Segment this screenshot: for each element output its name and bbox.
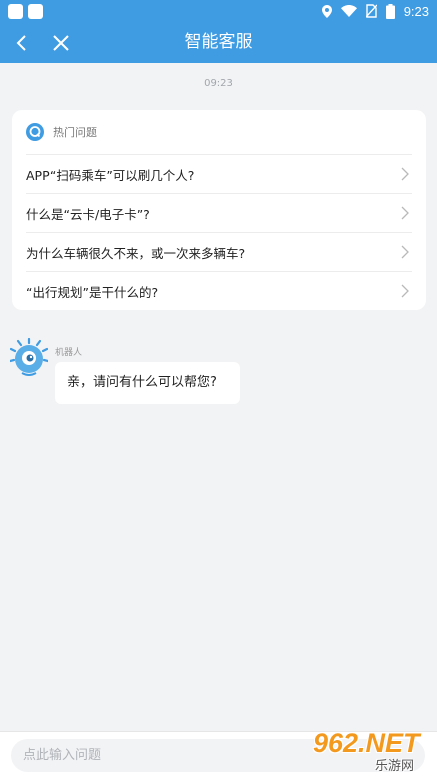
faq-item[interactable]: 什么是“云卡/电子卡”? (26, 193, 412, 232)
chat-timestamp: 09:23 (204, 78, 233, 89)
faq-item-text: APP“扫码乘车”可以刷几个人? (26, 167, 195, 183)
notification-square-icon (8, 3, 23, 19)
no-sim-icon (365, 4, 377, 18)
faq-item[interactable]: “出行规划”是干什么的? (26, 271, 412, 310)
app-header: 智能客服 (0, 22, 437, 63)
question-input[interactable] (11, 739, 425, 772)
faq-item-text: 为什么车辆很久不来，或一次来多辆车? (26, 245, 246, 261)
status-time: 9:23 (403, 3, 429, 19)
bot-message-bubble: 亲，请问有什么可以帮您? (55, 362, 240, 404)
bot-name: 机器人 (55, 348, 83, 358)
question-bubble-icon (26, 123, 44, 141)
notification-square-icon (28, 3, 43, 19)
chevron-left-icon (16, 35, 26, 51)
input-bar (0, 731, 437, 778)
status-bar: 9:23 (0, 0, 437, 22)
hot-questions-card: 热门问题 APP“扫码乘车”可以刷几个人? 什么是“云卡/电子卡”? 为什么车辆… (12, 110, 426, 310)
location-icon (321, 4, 332, 18)
faq-item-text: 什么是“云卡/电子卡”? (26, 206, 150, 222)
chevron-right-icon (401, 245, 409, 259)
close-button[interactable] (50, 32, 72, 54)
back-button[interactable] (12, 32, 34, 54)
chevron-right-icon (401, 167, 409, 181)
faq-item[interactable]: 为什么车辆很久不来，或一次来多辆车? (26, 232, 412, 271)
faq-item-text: “出行规划”是干什么的? (26, 284, 159, 300)
chevron-right-icon (401, 206, 409, 220)
faq-item[interactable]: APP“扫码乘车”可以刷几个人? (26, 154, 412, 193)
hot-questions-title: 热门问题 (53, 126, 97, 139)
chevron-right-icon (401, 284, 409, 298)
battery-icon (385, 3, 395, 19)
hot-questions-header: 热门问题 (25, 122, 97, 142)
close-icon (53, 35, 69, 51)
wifi-icon (340, 5, 357, 17)
bot-avatar (10, 338, 48, 376)
